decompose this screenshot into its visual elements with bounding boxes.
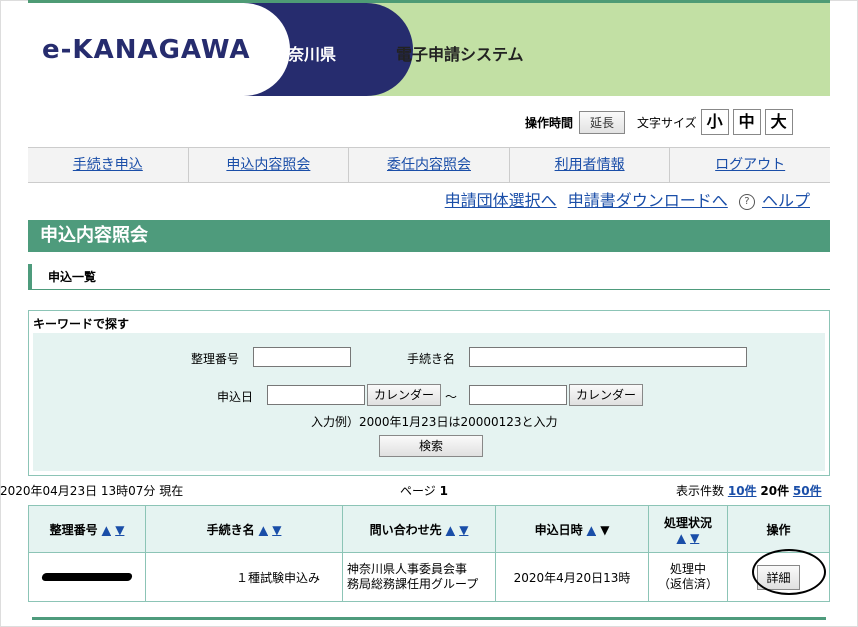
download-link[interactable]: 申請書ダウンロードへ: [568, 191, 728, 210]
nav-item-apply: 手続き申込: [28, 148, 189, 182]
nav-link-delegation[interactable]: 委任内容照会: [387, 157, 471, 173]
contact-line-1: 神奈川県人事委員会事: [347, 562, 468, 576]
col-contact: 問い合わせ先 ▲ ▼: [342, 505, 496, 553]
ref-no-input[interactable]: [253, 347, 351, 367]
nav-link-user-info[interactable]: 利用者情報: [555, 157, 625, 173]
prefecture-name: 神奈川県: [272, 45, 337, 64]
redacted-ref-no: [41, 573, 133, 581]
sort-desc-icon[interactable]: ▼: [115, 523, 124, 537]
main-nav: 手続き申込 申込内容照会 委任内容照会 利用者情報 ログアウト: [28, 147, 830, 183]
group-select-link[interactable]: 申請団体選択へ: [445, 191, 557, 210]
page-indicator: ページ 1: [400, 482, 448, 499]
nav-item-inquiry: 申込内容照会: [189, 148, 350, 182]
page-size-selector: 表示件数 10件 20件 50件: [676, 482, 822, 499]
cell-ref-no: [28, 552, 146, 602]
session-time-label: 操作時間: [525, 115, 574, 130]
date-label: 申込日: [217, 390, 254, 404]
col-date: 申込日時 ▲ ▼: [495, 505, 649, 553]
date-from-calendar-button[interactable]: カレンダー: [367, 384, 441, 406]
sort-asc-icon[interactable]: ▲: [102, 523, 111, 537]
nav-item-logout: ログアウト: [670, 148, 830, 182]
contact-line-2: 務局総務課任用グループ: [347, 577, 479, 591]
search-heading: キーワードで探す: [33, 317, 130, 331]
cell-action: 詳細: [727, 552, 830, 602]
page-title: 申込内容照会: [28, 220, 830, 252]
detail-button[interactable]: 詳細: [757, 564, 800, 590]
col-date-label: 申込日時: [534, 522, 583, 537]
extend-button[interactable]: 延長: [579, 110, 626, 134]
page-size-50-link[interactable]: 50件: [793, 484, 822, 498]
font-size-medium-button[interactable]: 中: [732, 109, 761, 135]
sort-asc-icon[interactable]: ▲: [587, 523, 596, 537]
col-ref-no-label: 整理番号: [49, 522, 98, 537]
status-line-2: （返信済）: [657, 577, 718, 591]
help-link[interactable]: ヘルプ: [762, 191, 810, 210]
sort-desc-icon[interactable]: ▼: [690, 531, 699, 545]
current-timestamp: 2020年04月23日 13時07分 現在: [0, 484, 184, 498]
font-size-large-button[interactable]: 大: [764, 109, 793, 135]
font-size-small-button[interactable]: 小: [700, 109, 729, 135]
date-to-calendar-button[interactable]: カレンダー: [569, 384, 643, 406]
table-header-row: 整理番号 ▲ ▼ 手続き名 ▲ ▼ 問い合わせ先 ▲ ▼ 申込日時 ▲ ▼ 処理…: [28, 505, 830, 553]
cell-procedure: １種試験申込み: [145, 552, 343, 602]
date-from-input[interactable]: [267, 385, 365, 405]
sort-asc-icon[interactable]: ▲: [677, 531, 686, 545]
procedure-label: 手続き名: [407, 352, 456, 366]
nav-item-delegation: 委任内容照会: [349, 148, 510, 182]
sub-links: 申請団体選択へ 申請書ダウンロードへ ? ヘルプ: [439, 187, 810, 211]
application-table: 整理番号 ▲ ▼ 手続き名 ▲ ▼ 問い合わせ先 ▲ ▼ 申込日時 ▲ ▼ 処理…: [28, 505, 830, 602]
font-size-label: 文字サイズ: [637, 115, 697, 130]
date-format-example: 入力例）2000年1月23日は20000123と入力: [311, 415, 558, 429]
nav-link-apply[interactable]: 手続き申込: [73, 157, 143, 173]
sort-desc-active-icon[interactable]: ▼: [600, 523, 609, 537]
col-contact-label: 問い合わせ先: [369, 522, 442, 537]
procedure-input[interactable]: [469, 347, 747, 367]
page-size-20-current: 20件: [760, 484, 790, 498]
status-line-1: 処理中: [669, 562, 706, 576]
sort-desc-icon[interactable]: ▼: [459, 523, 468, 537]
col-status-label: 処理状況: [663, 515, 712, 530]
nav-link-logout[interactable]: ログアウト: [715, 157, 785, 173]
search-form: 整理番号 手続き名 申込日 カレンダー ～ カレンダー 入力例）2000年1月2…: [33, 333, 825, 471]
col-status: 処理状況 ▲ ▼: [648, 505, 728, 553]
cell-contact: 神奈川県人事委員会事 務局総務課任用グループ: [342, 552, 496, 602]
nav-link-inquiry[interactable]: 申込内容照会: [226, 157, 310, 173]
search-button[interactable]: 検索: [379, 435, 483, 457]
help-icon: ?: [738, 193, 755, 210]
col-ref-no: 整理番号 ▲ ▼: [28, 505, 146, 553]
header-banner: e-KANAGAWA 神奈川県 電子申請システム: [28, 0, 830, 96]
col-action: 操作: [727, 505, 830, 553]
col-procedure-label: 手続き名: [206, 522, 255, 537]
page-size-10-link[interactable]: 10件: [728, 484, 757, 498]
system-name: 電子申請システム: [396, 45, 524, 64]
sort-desc-icon[interactable]: ▼: [272, 523, 281, 537]
search-panel: キーワードで探す 整理番号 手続き名 申込日 カレンダー ～ カレンダー 入力例…: [28, 310, 830, 476]
date-range-separator: ～: [445, 390, 458, 404]
sort-asc-icon[interactable]: ▲: [259, 523, 268, 537]
cell-status: 処理中 （返信済）: [648, 552, 728, 602]
section-subtitle: 申込一覧: [28, 264, 830, 290]
footer-divider: [32, 617, 826, 620]
ref-no-label: 整理番号: [191, 352, 240, 366]
sort-asc-icon[interactable]: ▲: [446, 523, 455, 537]
page-label: ページ: [400, 484, 436, 498]
col-procedure: 手続き名 ▲ ▼: [145, 505, 343, 553]
nav-item-user-info: 利用者情報: [510, 148, 671, 182]
tool-row: 操作時間 延長 文字サイズ 小 中 大: [525, 109, 793, 135]
date-to-input[interactable]: [469, 385, 567, 405]
table-row: １種試験申込み 神奈川県人事委員会事 務局総務課任用グループ 2020年4月20…: [28, 552, 830, 602]
page-size-label: 表示件数: [676, 484, 725, 498]
cell-date: 2020年4月20日13時: [495, 552, 649, 602]
page-number: 1: [439, 484, 448, 498]
site-logo[interactable]: e-KANAGAWA: [42, 35, 251, 65]
